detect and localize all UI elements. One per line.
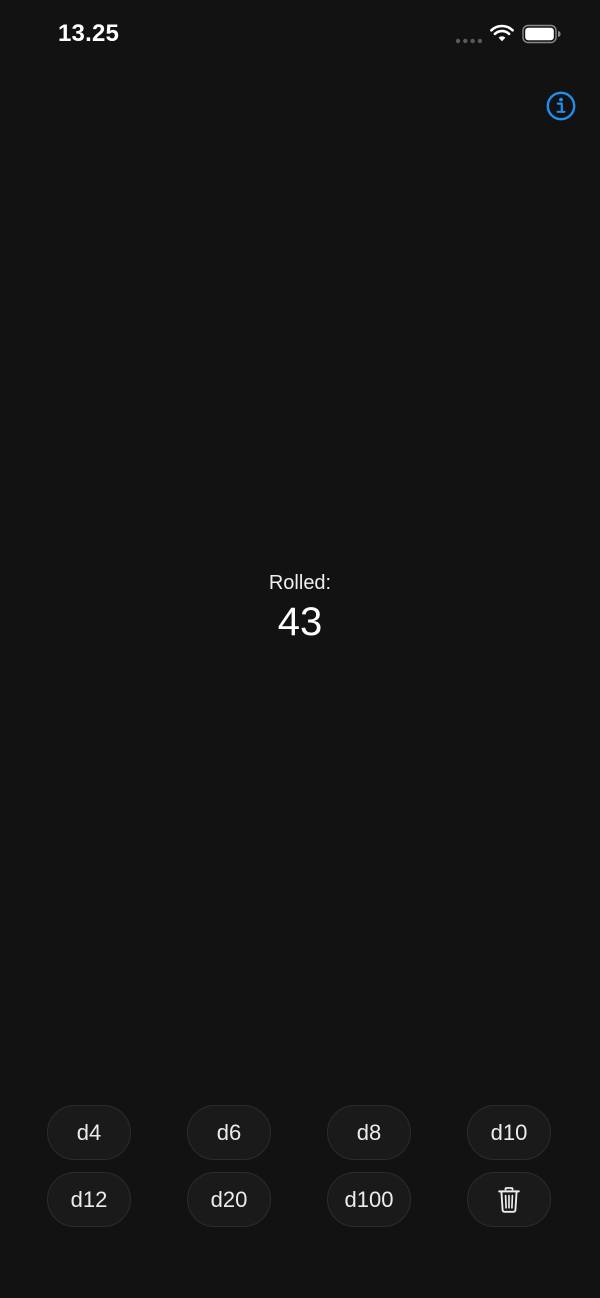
clear-button[interactable] xyxy=(467,1172,551,1227)
wifi-icon xyxy=(490,24,514,42)
signal-dots-icon xyxy=(455,38,483,44)
rolled-value: 43 xyxy=(277,600,323,644)
dice-grid: d4 d6 d8 d10 d12 d20 d100 xyxy=(47,1105,553,1227)
d20-button[interactable]: d20 xyxy=(187,1172,271,1227)
status-time: 13.25 xyxy=(58,20,120,47)
status-bar: 13.25 xyxy=(0,0,600,70)
rolled-label: Rolled: xyxy=(268,572,332,594)
battery-icon xyxy=(522,24,561,44)
info-circle-icon[interactable] xyxy=(545,90,577,122)
d4-button[interactable]: d4 xyxy=(47,1105,131,1160)
roll-display: Rolled: 43 xyxy=(0,570,600,646)
trash-icon xyxy=(498,1186,520,1213)
d100-button[interactable]: d100 xyxy=(327,1172,411,1227)
d6-button[interactable]: d6 xyxy=(187,1105,271,1160)
d10-button[interactable]: d10 xyxy=(467,1105,551,1160)
d8-button[interactable]: d8 xyxy=(327,1105,411,1160)
d12-button[interactable]: d12 xyxy=(47,1172,131,1227)
